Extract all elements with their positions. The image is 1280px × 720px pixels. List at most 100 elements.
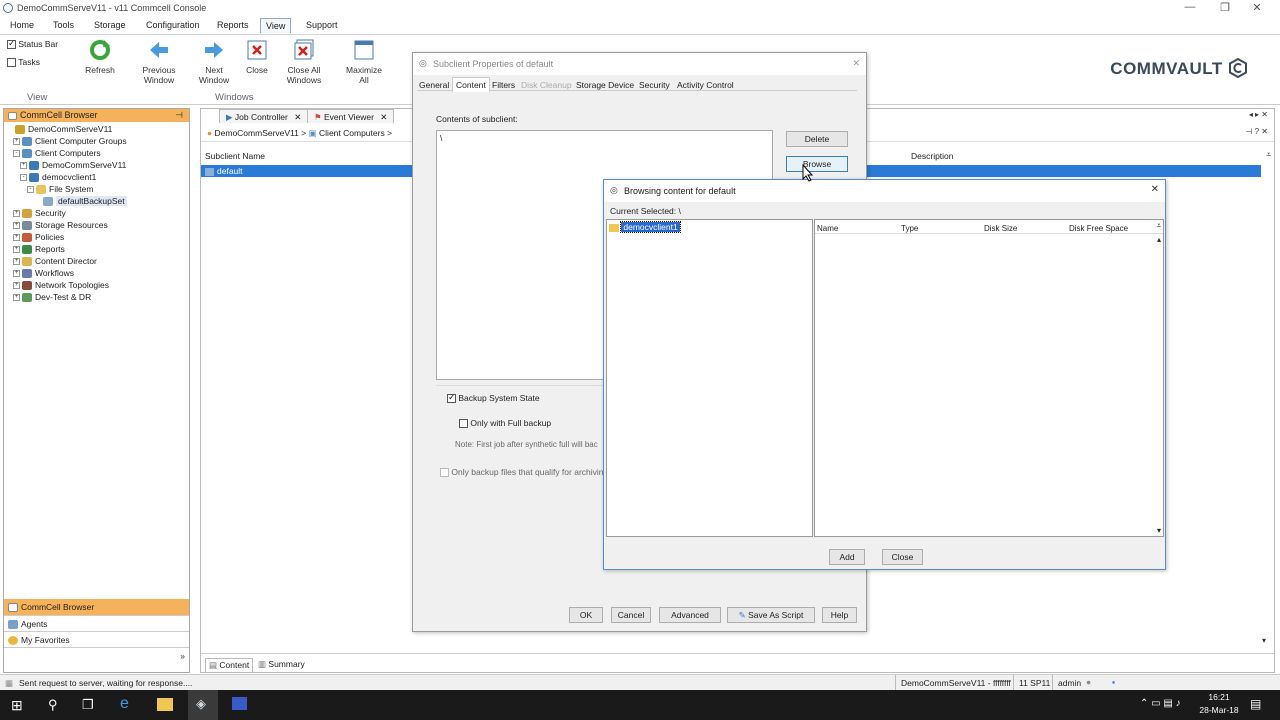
column-chooser-icon[interactable]: ⩡	[1156, 221, 1161, 231]
tab-summary[interactable]: ▥ Summary	[258, 659, 305, 670]
nav-commcell-browser[interactable]: CommCell Browser	[4, 599, 189, 615]
tree-item[interactable]: + Workflows	[13, 268, 74, 279]
scroll-up-icon[interactable]: ▴	[1157, 235, 1161, 244]
tab-content[interactable]: Content	[452, 77, 490, 92]
column-disk-size[interactable]: Disk Size	[984, 224, 1017, 233]
scroll-down-icon[interactable]: ▾	[1157, 526, 1161, 535]
column-type[interactable]: Type	[901, 224, 918, 233]
pane-pin-controls[interactable]: ⊣ ? ✕	[1245, 127, 1268, 136]
windows-start-icon[interactable]: ⊞	[11, 697, 23, 714]
tree-item[interactable]: DemoCommServeV11	[6, 124, 112, 135]
browse-folder-tree[interactable]: democvclient1	[606, 219, 813, 537]
tab-storage-device[interactable]: Storage Device	[576, 80, 634, 90]
nav-my-favorites[interactable]: My Favorites	[4, 631, 189, 647]
breadcrumb-client-computers[interactable]: Client Computers	[319, 128, 385, 138]
collapse-icon[interactable]: -	[27, 186, 34, 194]
tree-item[interactable]: + Client Computer Groups	[13, 136, 127, 147]
collapse-icon[interactable]: -	[20, 174, 27, 182]
nav-chevron[interactable]: »	[4, 647, 189, 669]
maximize-button[interactable]: ❐	[1215, 1, 1235, 14]
cancel-button[interactable]: Cancel	[611, 607, 651, 623]
tray-icons[interactable]: ⌃ ▭ ▤ ♪	[1140, 698, 1181, 709]
ie-browser-icon[interactable]: e	[120, 695, 129, 713]
column-disk-free-space[interactable]: Disk Free Space	[1069, 224, 1128, 233]
tab-content[interactable]: ▤ Content	[205, 658, 254, 673]
menu-tools[interactable]: Tools	[53, 20, 74, 30]
save-icon[interactable]: ▪	[1112, 677, 1115, 687]
previous-window-button[interactable]: Previous Window	[138, 39, 180, 85]
tree-item[interactable]: + Network Topologies	[13, 280, 109, 291]
backup-system-state-checkbox[interactable]	[447, 392, 456, 404]
column-subclient-name[interactable]: Subclient Name	[205, 151, 265, 161]
expand-icon[interactable]: +	[13, 270, 20, 278]
menu-support[interactable]: Support	[306, 20, 338, 30]
tree-item[interactable]: defaultBackupSet	[34, 196, 127, 207]
add-button[interactable]: Add	[829, 549, 865, 565]
tab-general[interactable]: General	[419, 80, 449, 90]
commcell-console-taskbar-icon[interactable]: ◈	[188, 690, 218, 720]
tree-item[interactable]: + Security	[13, 208, 66, 219]
tree-item[interactable]: + Reports	[13, 244, 65, 255]
scrollbar[interactable]: ▾	[1262, 165, 1274, 645]
search-icon[interactable]: ⚲	[48, 697, 58, 713]
tree-item[interactable]: + Dev-Test & DR	[13, 292, 91, 303]
close-button[interactable]: Close	[241, 39, 273, 75]
folder-item[interactable]: democvclient1	[609, 221, 681, 233]
info-icon[interactable]: ●	[1086, 677, 1091, 687]
close-tab-icon[interactable]: ✕	[294, 112, 301, 122]
ok-button[interactable]: OK	[569, 607, 603, 623]
status-bar-checkbox[interactable]	[7, 38, 16, 50]
close-all-windows-button[interactable]: Close All Windows	[282, 39, 326, 85]
save-as-script-button[interactable]: ✎ Save As Script	[727, 607, 815, 623]
tab-security[interactable]: Security	[639, 80, 670, 90]
menu-configuration[interactable]: Configuration	[146, 20, 200, 30]
help-button[interactable]: Help	[822, 607, 857, 623]
menu-storage[interactable]: Storage	[94, 20, 126, 30]
tree-item[interactable]: - democvclient1	[20, 172, 96, 183]
tab-job-controller[interactable]: ▶ Job Controller ✕	[219, 109, 309, 123]
expand-icon[interactable]: +	[13, 246, 20, 254]
pane-nav-arrows[interactable]: ◂ ▸ ✕	[1249, 110, 1268, 119]
expand-icon[interactable]: +	[13, 222, 20, 230]
tree-item[interactable]: - Client Computers	[13, 148, 101, 159]
close-icon[interactable]: ✕	[852, 58, 860, 69]
tree-item[interactable]: + Policies	[13, 232, 64, 243]
menu-home[interactable]: Home	[10, 20, 34, 30]
clock-date[interactable]: 28-Mar-18	[1193, 705, 1245, 715]
backup-system-state-option[interactable]: Backup System State	[447, 392, 540, 404]
column-name[interactable]: Name	[817, 224, 838, 233]
tree-item[interactable]: - File System	[27, 184, 93, 195]
collapse-icon[interactable]: -	[13, 150, 20, 158]
expand-icon[interactable]: +	[20, 162, 27, 170]
delete-button[interactable]: Delete	[786, 131, 848, 147]
advanced-button[interactable]: Advanced	[659, 607, 721, 623]
tasks-toggle[interactable]: Tasks	[7, 57, 40, 68]
remote-app-taskbar-icon[interactable]	[225, 690, 255, 720]
expand-icon[interactable]: +	[13, 258, 20, 266]
close-button[interactable]: Close	[882, 549, 923, 565]
expand-icon[interactable]: +	[13, 294, 20, 302]
tab-filters[interactable]: Filters	[492, 80, 515, 90]
clock-time[interactable]: 16:21	[1196, 692, 1242, 702]
breadcrumb-commserve[interactable]: DemoCommServeV11	[215, 128, 299, 138]
pin-icon[interactable]: ⊣	[175, 110, 183, 121]
column-chooser-icon[interactable]: ⩡	[1266, 149, 1271, 160]
only-full-backup-checkbox[interactable]	[459, 419, 468, 429]
close-icon[interactable]: ✕	[1151, 184, 1159, 195]
file-explorer-icon[interactable]	[157, 698, 173, 711]
menu-reports[interactable]: Reports	[217, 20, 249, 30]
task-view-icon[interactable]: ❐	[82, 697, 94, 713]
expand-icon[interactable]: +	[13, 234, 20, 242]
status-bar-toggle[interactable]: Status Bar	[7, 38, 58, 50]
content-entry[interactable]: \	[440, 133, 442, 143]
tree-item[interactable]: + DemoCommServeV11	[20, 160, 126, 171]
tab-event-viewer[interactable]: ⚑ Event Viewer ✕	[307, 109, 395, 123]
only-full-backup-option[interactable]: Only with Full backup	[459, 418, 551, 429]
expand-icon[interactable]: +	[13, 138, 20, 146]
minimize-button[interactable]: —	[1180, 1, 1200, 13]
maximize-all-button[interactable]: Maximize All	[340, 39, 388, 85]
refresh-button[interactable]: Refresh	[82, 39, 118, 75]
menu-view[interactable]: View	[260, 18, 292, 33]
expand-icon[interactable]: +	[13, 282, 20, 290]
browse-button[interactable]: Browse	[786, 156, 848, 172]
